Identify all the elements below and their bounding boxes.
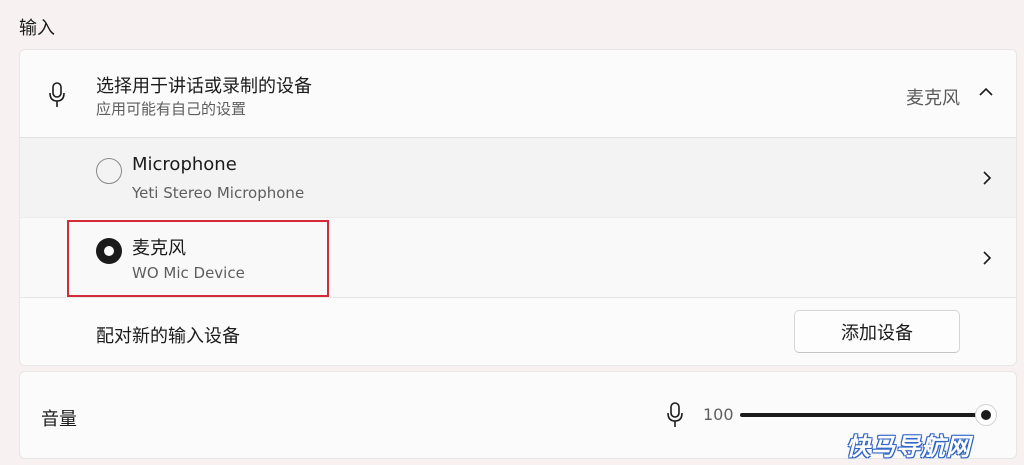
- device-description: Yeti Stereo Microphone: [132, 184, 305, 202]
- device-description: WO Mic Device: [132, 264, 245, 282]
- volume-value: 100: [703, 405, 734, 424]
- chevron-up-icon[interactable]: [978, 86, 994, 98]
- watermark-logo: 快马导航网: [846, 433, 971, 461]
- selector-subtitle: 应用可能有自己的设置: [96, 100, 247, 118]
- input-device-selector-header[interactable]: 选择用于讲话或录制的设备 应用可能有自己的设置 麦克风: [20, 50, 1016, 138]
- microphone-icon[interactable]: [666, 402, 684, 428]
- volume-slider-thumb[interactable]: [975, 404, 997, 426]
- radio-button-unselected[interactable]: [96, 158, 122, 184]
- device-option-microphone[interactable]: Microphone Yeti Stereo Microphone: [20, 138, 1016, 218]
- selected-device-value: 麦克风: [906, 88, 960, 109]
- section-title: 输入: [19, 18, 55, 39]
- pair-new-device-label: 配对新的输入设备: [96, 326, 240, 347]
- selector-title: 选择用于讲话或录制的设备: [96, 76, 312, 97]
- add-device-button[interactable]: 添加设备: [794, 310, 960, 353]
- microphone-icon: [49, 82, 65, 107]
- device-name: Microphone: [132, 154, 237, 175]
- radio-button-selected[interactable]: [96, 238, 122, 264]
- volume-slider-track[interactable]: [740, 413, 984, 417]
- volume-label: 音量: [41, 409, 77, 430]
- chevron-right-icon[interactable]: [982, 170, 992, 186]
- pair-new-device-row: 配对新的输入设备 添加设备: [20, 298, 1016, 365]
- chevron-right-icon[interactable]: [982, 250, 992, 266]
- device-option-maikefeng[interactable]: 麦克风 WO Mic Device: [20, 218, 1016, 298]
- input-device-card: 选择用于讲话或录制的设备 应用可能有自己的设置 麦克风 Microphone Y…: [19, 49, 1017, 366]
- device-name: 麦克风: [132, 238, 186, 259]
